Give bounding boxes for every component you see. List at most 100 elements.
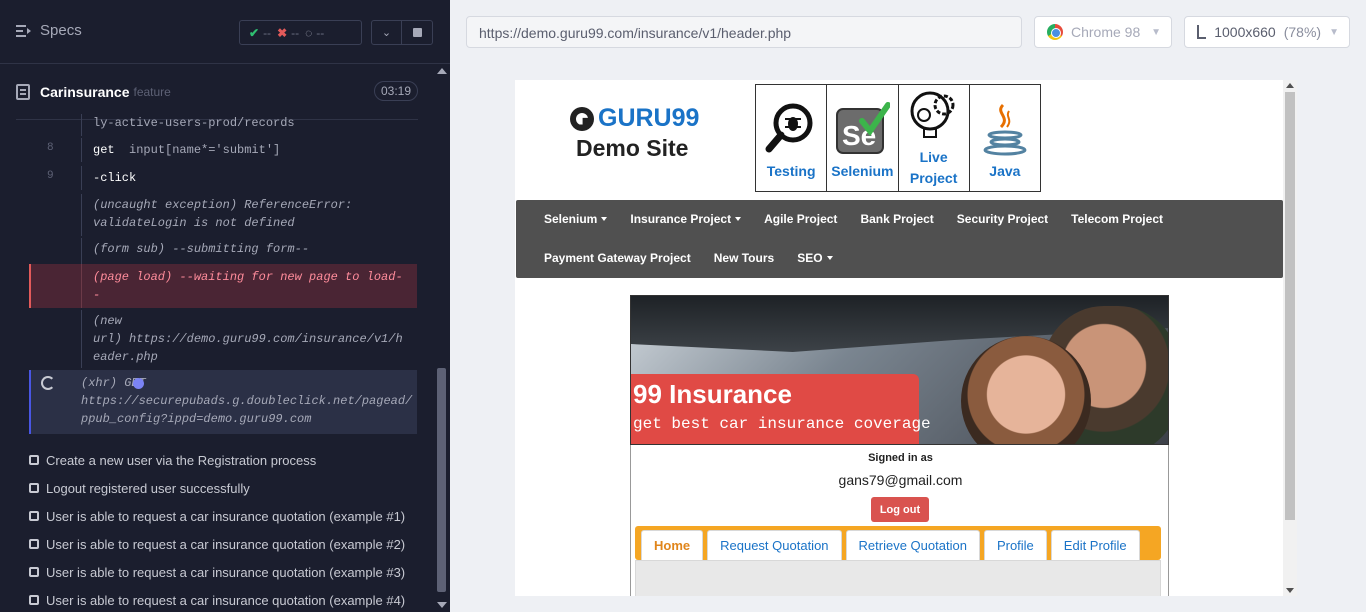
site-logo[interactable]: GURU99 Demo Site xyxy=(570,104,702,162)
logo-subtitle: Demo Site xyxy=(576,135,689,161)
command-number: 8 xyxy=(47,142,54,154)
nav-item-seo[interactable]: SEO xyxy=(797,251,833,265)
tutorial-tiles: Testing Se Selenium Live Project Java xyxy=(755,84,1041,192)
scrollbar-thumb[interactable] xyxy=(1285,92,1295,520)
nav-item-label: Payment Gateway Project xyxy=(544,251,691,265)
nav-item-insurance-project[interactable]: Insurance Project xyxy=(630,212,742,226)
command-row[interactable]: ly-active-users-prod/records xyxy=(29,114,417,136)
command-text: ly-active-users-prod/records xyxy=(93,116,295,130)
cypress-runner: Specs ✔ -- ✖ -- ◌ -- ⌄ Carinsurance feat… xyxy=(0,0,1366,612)
account-content: Signed in as gans79@gmail.com Log out Ho… xyxy=(630,445,1169,596)
test-state-icon xyxy=(29,595,39,605)
scroll-down-icon[interactable] xyxy=(437,602,447,608)
specs-menu-icon xyxy=(16,24,31,37)
nav-item-selenium[interactable]: Selenium xyxy=(544,212,608,226)
test-item[interactable]: Logout registered user successfully xyxy=(29,474,429,502)
test-state-icon xyxy=(29,539,39,549)
nav-item-label: Agile Project xyxy=(764,212,838,226)
tab-profile[interactable]: Profile xyxy=(983,530,1047,560)
nav-row: Payment Gateway Project New Tours SEO xyxy=(516,239,1283,277)
command-row[interactable]: 8 get input[name*='submit'] xyxy=(29,138,417,162)
stop-button[interactable] xyxy=(402,21,432,44)
tile-selenium[interactable]: Se Selenium xyxy=(827,85,899,191)
command-row[interactable]: 9 -click xyxy=(29,166,417,190)
pending-dot-icon xyxy=(133,378,144,389)
test-item[interactable]: User is able to request a car insurance … xyxy=(29,558,429,586)
nav-item-security-project[interactable]: Security Project xyxy=(957,212,1048,226)
app-under-test-panel: https://demo.guru99.com/insurance/v1/hea… xyxy=(450,0,1366,612)
spec-file-row[interactable]: Carinsurance feature 03:19 xyxy=(16,78,418,106)
reporter-scrollbar[interactable] xyxy=(433,64,450,612)
command-message: https://securepubads.g.doubleclick.net/p… xyxy=(81,394,413,408)
test-stats: ✔ -- ✖ -- ◌ -- xyxy=(239,20,362,45)
test-item[interactable]: User is able to request a car insurance … xyxy=(29,530,429,558)
command-row-xhr[interactable]: (xhr) GET https://securepubads.g.doublec… xyxy=(29,370,417,434)
command-message: - xyxy=(93,288,101,302)
test-item[interactable]: User is able to request a car insurance … xyxy=(29,586,429,612)
chrome-icon xyxy=(1047,24,1063,40)
command-message: (new xyxy=(93,314,122,328)
scroll-up-icon[interactable] xyxy=(1286,83,1294,88)
scroll-up-icon[interactable] xyxy=(437,68,447,74)
specs-toggle-button[interactable]: Specs xyxy=(16,22,82,39)
scrollbar-thumb[interactable] xyxy=(437,368,446,592)
nav-item-label: Telecom Project xyxy=(1071,212,1163,226)
test-state-icon xyxy=(29,567,39,577)
tab-retrieve-quotation[interactable]: Retrieve Quotation xyxy=(845,530,980,560)
signed-in-label: Signed in as xyxy=(868,452,933,464)
command-message: eader.php xyxy=(93,350,158,364)
passed-stat: ✔ -- xyxy=(249,26,271,40)
stop-icon xyxy=(412,28,422,37)
nav-item-label: New Tours xyxy=(713,251,775,265)
failed-stat: ✖ -- xyxy=(277,26,299,40)
spec-file-type: feature xyxy=(133,85,171,99)
command-row[interactable]: (new url) https://demo.guru99.com/insura… xyxy=(29,310,417,368)
x-icon: ✖ xyxy=(277,25,288,40)
logout-button[interactable]: Log out xyxy=(871,497,929,522)
user-email: gans79@gmail.com xyxy=(838,472,963,488)
magnifier-bug-icon xyxy=(765,103,813,153)
command-message: (uncaught exception) ReferenceError: xyxy=(93,198,353,212)
test-item[interactable]: User is able to request a car insurance … xyxy=(29,502,429,530)
nav-item-agile-project[interactable]: Agile Project xyxy=(764,212,837,226)
nav-item-label: SEO xyxy=(797,251,823,265)
logo-brand: GURU99 xyxy=(598,104,700,132)
nav-item-bank-project[interactable]: Bank Project xyxy=(860,212,933,226)
command-row-failed[interactable]: (page load) --waiting for new page to lo… xyxy=(29,264,417,308)
test-title: User is able to request a car insurance … xyxy=(46,592,406,608)
caret-down-icon xyxy=(826,256,833,260)
scroll-down-icon[interactable] xyxy=(1286,588,1294,593)
aut-scrollbar[interactable] xyxy=(1283,80,1297,596)
document-icon xyxy=(16,84,30,100)
test-title: User is able to request a car insurance … xyxy=(46,508,406,524)
tab-request-quotation[interactable]: Request Quotation xyxy=(707,530,842,560)
test-item[interactable]: Create a new user via the Registration p… xyxy=(29,446,429,474)
viewport-info[interactable]: 1000x660 (78%) ▼ xyxy=(1184,16,1350,48)
command-row[interactable]: (uncaught exception) ReferenceError: val… xyxy=(29,194,417,236)
reporter-header: Specs ✔ -- ✖ -- ◌ -- ⌄ xyxy=(0,0,450,64)
tile-testing[interactable]: Testing xyxy=(756,85,828,191)
tab-home[interactable]: Home xyxy=(641,530,704,560)
tile-live-project[interactable]: Live Project xyxy=(899,85,970,191)
test-state-icon xyxy=(29,483,39,493)
command-message: (form sub) --submitting form-- xyxy=(93,242,310,256)
insurance-banner: 99 Insurance get best car insurance cove… xyxy=(630,295,1169,445)
command-message: url) https://demo.guru99.com/insurance/v… xyxy=(93,332,403,346)
reporter-panel: Specs ✔ -- ✖ -- ◌ -- ⌄ Carinsurance feat… xyxy=(0,0,450,612)
aut-url[interactable]: https://demo.guru99.com/insurance/v1/hea… xyxy=(466,16,1022,48)
banner-subtitle: get best car insurance coverage xyxy=(633,415,931,433)
check-icon: ✔ xyxy=(249,25,260,40)
caret-down-icon xyxy=(601,217,608,221)
nav-item-telecom-project[interactable]: Telecom Project xyxy=(1071,212,1163,226)
collapse-button[interactable]: ⌄ xyxy=(372,21,403,44)
nav-item-new-tours[interactable]: New Tours xyxy=(714,251,774,265)
command-row[interactable]: (form sub) --submitting form-- xyxy=(29,238,417,264)
browser-selector[interactable]: Chrome 98 ▼ xyxy=(1034,16,1172,48)
banner-red-band: 99 Insurance get best car insurance cove… xyxy=(631,374,931,444)
tab-edit-profile[interactable]: Edit Profile xyxy=(1050,530,1140,560)
tile-label: Live Project xyxy=(909,149,958,186)
tile-java[interactable]: Java xyxy=(970,85,1040,191)
nav-item-payment-gateway-project[interactable]: Payment Gateway Project xyxy=(544,251,691,265)
caret-down-icon xyxy=(735,217,742,221)
command-name: -click xyxy=(93,171,137,185)
